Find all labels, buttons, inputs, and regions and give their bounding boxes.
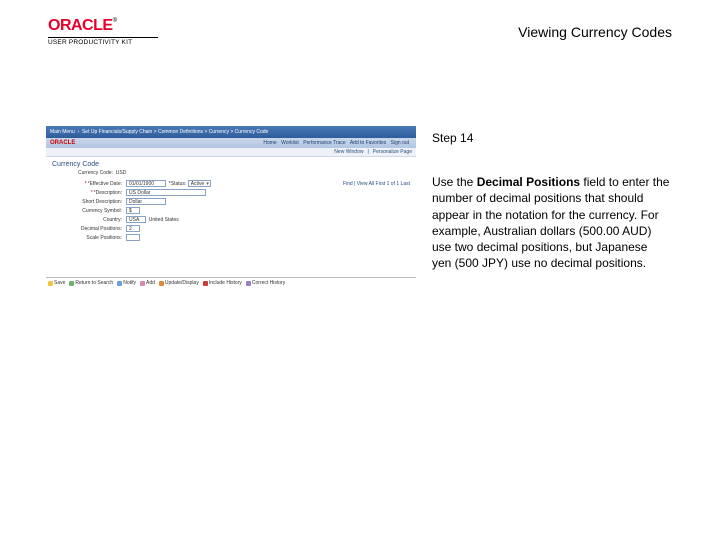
- symbol-label: Currency Symbol:: [52, 208, 122, 214]
- app-topbar: Main Menu › Set Up Financials/Supply Cha…: [46, 126, 416, 138]
- effective-date-field[interactable]: 01/01/1900: [126, 180, 166, 187]
- product-line: USER PRODUCTIVITY KIT: [48, 39, 158, 46]
- symbol-field[interactable]: $: [126, 207, 140, 214]
- instruction-text: Use the Decimal Positions field to enter…: [432, 174, 670, 271]
- brand-text: ORACLE: [48, 17, 113, 34]
- notify-button[interactable]: Notify: [117, 280, 136, 286]
- save-icon: [48, 281, 53, 286]
- decimal-label: Decimal Positions:: [52, 226, 122, 232]
- brand-rule: [48, 37, 158, 38]
- step-label: Step 14: [432, 130, 670, 146]
- page-toolbar: New Window | Personalize Page: [46, 148, 416, 157]
- worklist-link[interactable]: Worklist: [281, 140, 299, 146]
- row-description: **Description: US Dollar: [46, 188, 416, 197]
- row-decimal: Decimal Positions: 2: [46, 224, 416, 233]
- app-subbar: ORACLE Home Worklist Performance Trace A…: [46, 138, 416, 148]
- new-window-link[interactable]: New Window: [334, 149, 363, 155]
- return-search-button[interactable]: Return to Search: [69, 280, 113, 286]
- add-icon: [140, 281, 145, 286]
- action-bar: Save Return to Search Notify Add Update/…: [46, 277, 416, 288]
- perf-trace-link[interactable]: Performance Trace: [303, 140, 346, 146]
- main-menu-label[interactable]: Main Menu: [50, 129, 75, 135]
- embedded-screenshot: Main Menu › Set Up Financials/Supply Cha…: [46, 126, 416, 288]
- find-row-text[interactable]: Find | View All First 1 of 1 Last: [343, 181, 410, 187]
- status-label: *Status:: [169, 181, 187, 187]
- code-value: USD: [116, 170, 127, 176]
- country-label: Country:: [52, 217, 122, 223]
- topbar-left: Main Menu › Set Up Financials/Supply Cha…: [50, 129, 268, 135]
- add-fav-link[interactable]: Add to Favorites: [350, 140, 386, 146]
- instruction-column: Step 14 Use the Decimal Positions field …: [432, 130, 670, 271]
- add-button[interactable]: Add: [140, 280, 155, 286]
- home-link[interactable]: Home: [263, 140, 276, 146]
- description-label: *Description:: [94, 190, 122, 196]
- slide-header: ORACLE® USER PRODUCTIVITY KIT Viewing Cu…: [48, 18, 672, 46]
- include-history-button[interactable]: Include History: [203, 280, 242, 286]
- short-desc-field[interactable]: Dollar: [126, 198, 166, 205]
- code-line: Currency Code: USD: [46, 170, 416, 179]
- page-title: Viewing Currency Codes: [518, 24, 672, 40]
- update-display-button[interactable]: Update/Display: [159, 280, 199, 286]
- row-symbol: Currency Symbol: $: [46, 206, 416, 215]
- row-short-desc: Short Description: Dollar: [46, 197, 416, 206]
- status-select[interactable]: Active▾: [188, 180, 211, 187]
- instruction-pre: Use the: [432, 175, 477, 189]
- signout-link[interactable]: Sign out: [391, 140, 409, 146]
- row-effective-date: **Effective Date: 01/01/1900 *Status: Ac…: [46, 179, 416, 188]
- instruction-post: field to enter the number of decimal pos…: [432, 175, 669, 270]
- scale-positions-field[interactable]: [126, 234, 140, 241]
- description-field[interactable]: US Dollar: [126, 189, 206, 196]
- decimal-positions-field[interactable]: 2: [126, 225, 140, 232]
- effective-date-label: *Effective Date:: [88, 181, 122, 187]
- trademark-symbol: ®: [113, 18, 117, 24]
- update-icon: [159, 281, 164, 286]
- short-desc-label: Short Description:: [52, 199, 122, 205]
- correct-icon: [246, 281, 251, 286]
- instruction-bold: Decimal Positions: [477, 175, 580, 189]
- row-scale: Scale Positions:: [46, 233, 416, 242]
- notify-icon: [117, 281, 122, 286]
- topbar-links: Home Worklist Performance Trace Add to F…: [263, 140, 412, 146]
- personalize-link[interactable]: Personalize Page: [373, 149, 412, 155]
- small-oracle-logo: ORACLE: [50, 140, 75, 146]
- row-country: Country: USA United States: [46, 215, 416, 224]
- country-code-field[interactable]: USA: [126, 216, 146, 223]
- save-button[interactable]: Save: [48, 280, 65, 286]
- country-name: United States: [149, 217, 179, 223]
- correct-history-button[interactable]: Correct History: [246, 280, 285, 286]
- history-icon: [203, 281, 208, 286]
- form-title: Currency Code: [46, 157, 416, 170]
- chevron-down-icon: ▾: [206, 181, 209, 187]
- scale-label: Scale Positions:: [52, 235, 122, 241]
- code-label: Currency Code:: [78, 170, 113, 176]
- breadcrumb: Set Up Financials/Supply Chain > Common …: [82, 129, 268, 135]
- brand-block: ORACLE® USER PRODUCTIVITY KIT: [48, 18, 158, 46]
- oracle-logo: ORACLE®: [48, 18, 158, 34]
- return-icon: [69, 281, 74, 286]
